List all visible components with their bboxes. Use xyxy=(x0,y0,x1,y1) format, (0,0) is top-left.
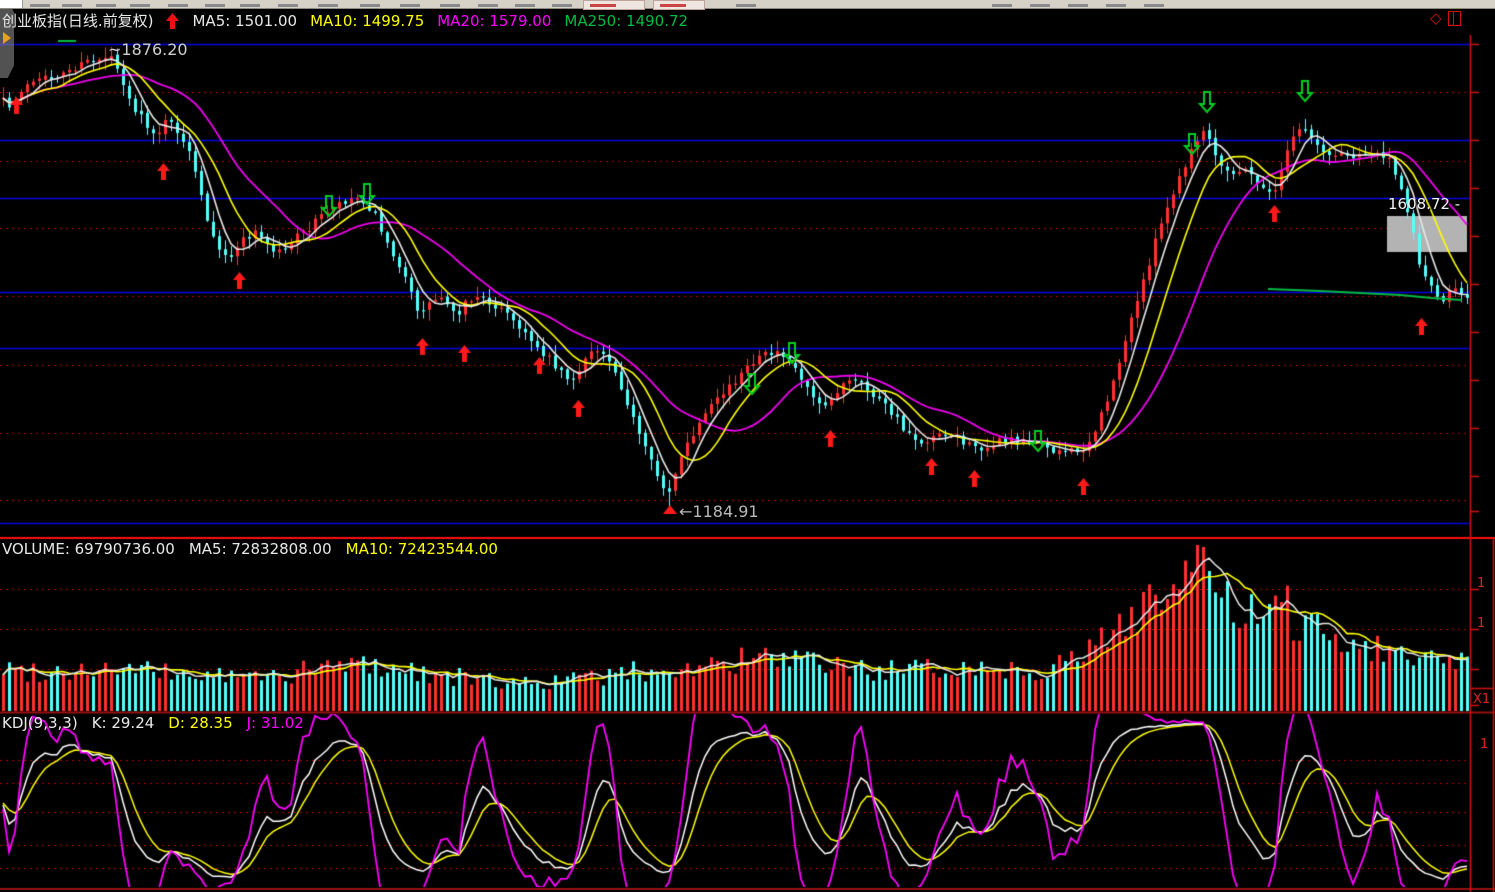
last-price-tag: 1608.72 - xyxy=(1388,195,1460,213)
menu-item-remnant[interactable] xyxy=(1106,4,1126,7)
kdj-params: KDJ(9,3,3) xyxy=(2,714,78,732)
volume-header: VOLUME: 69790736.00 MA5: 72832808.00 MA1… xyxy=(2,540,498,558)
menu-item-remnant[interactable] xyxy=(552,4,572,7)
trading-terminal-window: { "palette":{ "background":"#000000","gr… xyxy=(0,0,1495,892)
kdj-header: KDJ(9,3,3) K: 29.24 D: 28.35 J: 31.02 xyxy=(2,714,304,732)
menu-item-remnant[interactable] xyxy=(1068,4,1088,7)
volume-axis-label-1: 1 xyxy=(1477,576,1485,591)
up-arrow-icon xyxy=(166,13,179,29)
menu-item-remnant[interactable] xyxy=(130,4,150,7)
ma20-readout: MA20: 1579.00 xyxy=(437,12,551,30)
panel-corner-controls: ◇ xyxy=(1430,11,1461,26)
menu-item-remnant[interactable] xyxy=(1030,4,1050,7)
menu-item-remnant[interactable] xyxy=(400,4,420,7)
ma10-readout: MA10: 1499.75 xyxy=(310,12,424,30)
kdj-d-readout: D: 28.35 xyxy=(168,714,232,732)
menu-item-remnant[interactable] xyxy=(278,4,298,7)
volume-ma5-readout: MA5: 72832808.00 xyxy=(189,540,332,558)
volume-readout: VOLUME: 69790736.00 xyxy=(2,540,175,558)
menu-item-remnant[interactable] xyxy=(205,4,225,7)
menu-bar[interactable] xyxy=(0,0,1495,9)
menu-item-remnant[interactable] xyxy=(515,4,535,7)
volume-ma10-readout: MA10: 72423544.00 xyxy=(346,540,498,558)
menu-button-remnant[interactable] xyxy=(653,0,705,10)
kdj-k-readout: K: 29.24 xyxy=(92,714,155,732)
menu-item-remnant[interactable] xyxy=(736,4,756,7)
menu-button-remnant[interactable] xyxy=(583,0,645,10)
chart-canvas[interactable] xyxy=(0,0,1495,892)
menu-item-remnant[interactable] xyxy=(240,4,260,7)
high-price-label: ~1876.20 xyxy=(108,40,188,59)
menu-item-remnant[interactable] xyxy=(62,4,82,7)
window-icon[interactable] xyxy=(1448,11,1461,26)
volume-axis-label-2: 1 xyxy=(1477,616,1485,631)
menu-item-remnant[interactable] xyxy=(478,4,498,7)
menu-item-remnant[interactable] xyxy=(168,4,188,7)
diamond-icon[interactable]: ◇ xyxy=(1430,11,1442,26)
menu-item-remnant[interactable] xyxy=(318,4,338,7)
menu-item-remnant[interactable] xyxy=(1144,4,1164,7)
kdj-axis-label: 1 xyxy=(1480,737,1488,752)
kdj-j-readout: J: 31.02 xyxy=(247,714,304,732)
menu-item-remnant[interactable] xyxy=(96,4,116,7)
instrument-name: 创业板指(日线.前复权) xyxy=(2,10,153,31)
low-price-label: ←1184.91 xyxy=(679,502,759,521)
expand-right-icon xyxy=(3,32,11,44)
menu-item-remnant[interactable] xyxy=(360,4,380,7)
ma250-readout: MA250: 1490.72 xyxy=(564,12,688,30)
menu-file-icon[interactable] xyxy=(0,0,23,8)
menu-item-remnant[interactable] xyxy=(30,4,50,7)
menu-item-remnant[interactable] xyxy=(992,4,1012,7)
ma5-readout: MA5: 1501.00 xyxy=(192,12,297,30)
menu-item-remnant[interactable] xyxy=(440,4,460,7)
volume-axis-multiplier: X1 xyxy=(1473,692,1490,707)
chart-title-bar: 创业板指(日线.前复权) MA5: 1501.00 MA10: 1499.75 … xyxy=(2,10,688,31)
